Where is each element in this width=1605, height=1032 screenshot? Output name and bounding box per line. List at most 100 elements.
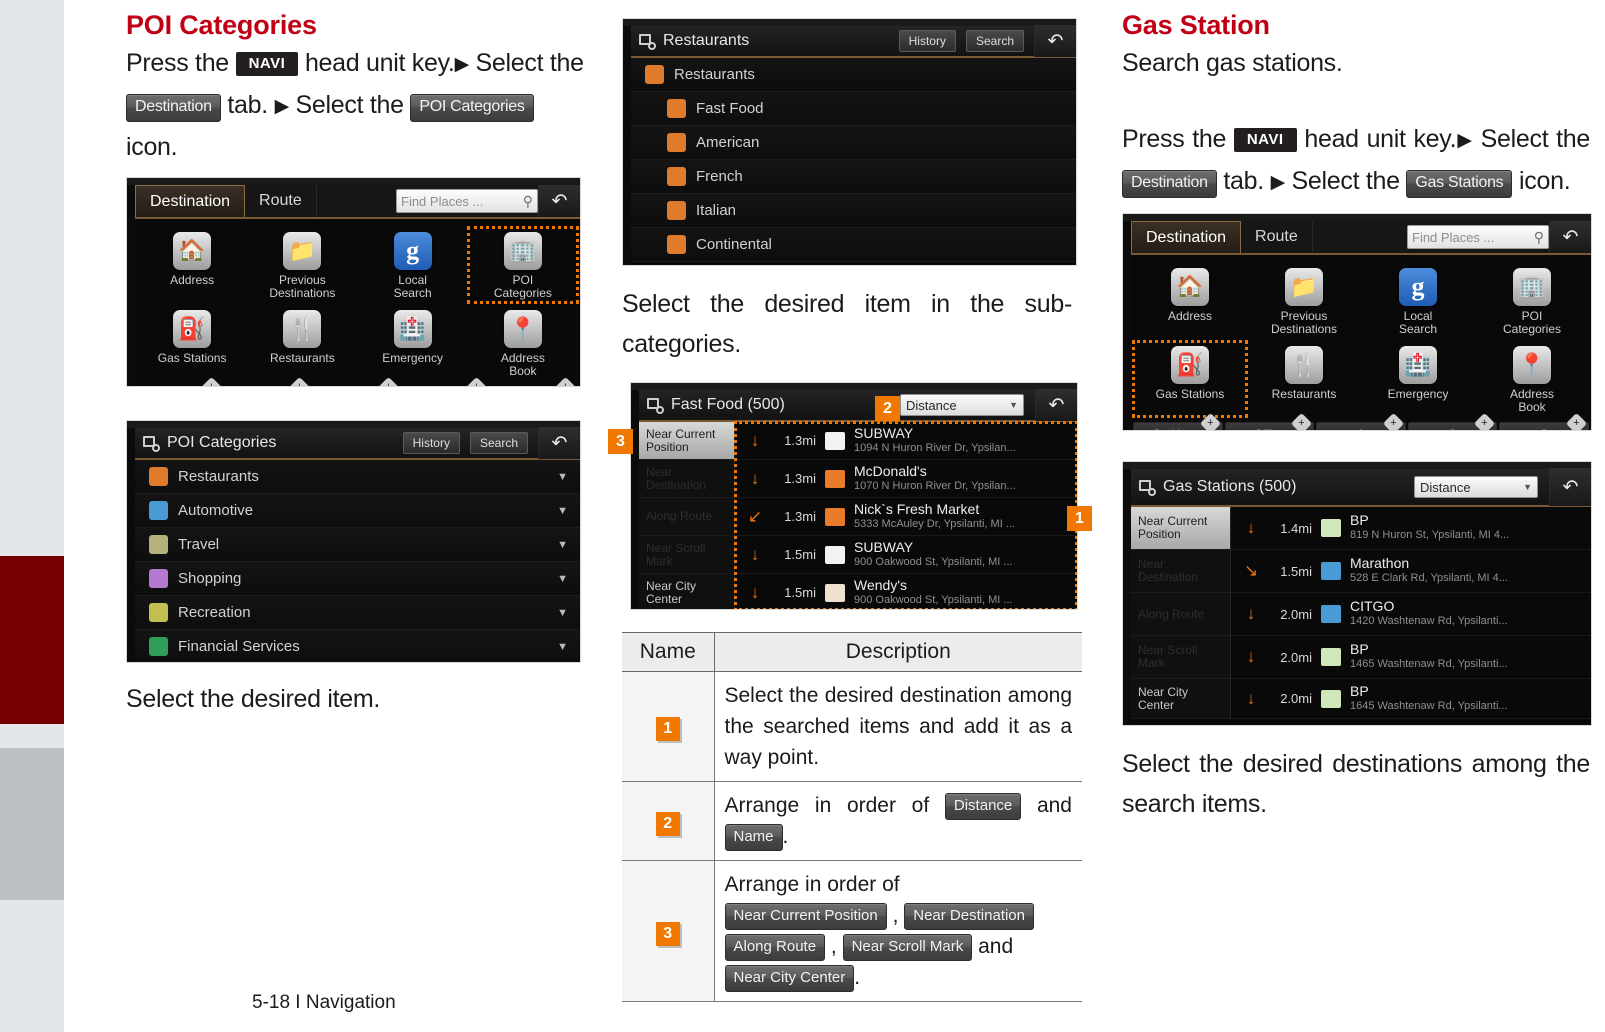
quick-office[interactable]: Office+ [289, 376, 311, 386]
result-row[interactable]: ↓ 2.0mi BP 1465 Washtenaw Rd, Ypsilanti..… [1231, 636, 1591, 679]
dest-icon-address[interactable]: 🏠 Address [137, 227, 247, 303]
find-places-input[interactable]: Find Places ... ⚲ [1407, 225, 1549, 249]
poi-categories-heading: POI Categories [126, 10, 317, 40]
list-item[interactable]: Recreation ▼ [135, 596, 580, 630]
quick-slot-2[interactable]: 2+ [466, 376, 488, 386]
sort-dropdown[interactable]: Distance ▼ [900, 394, 1024, 416]
tab-destination[interactable]: Destination [135, 185, 246, 217]
side-near-scroll-mark[interactable]: Near Scroll Mark [639, 536, 734, 574]
list-item[interactable]: Financial Services ▼ [135, 630, 580, 662]
chip-near-scroll-mark[interactable]: Near Scroll Mark [842, 934, 973, 961]
dest-icon-address-book[interactable]: 📍 Address Book [1475, 341, 1589, 417]
result-row[interactable]: ↙ 1.3mi Nick`s Fresh Market 5333 McAuley … [735, 498, 1077, 536]
side-near-current-position[interactable]: Near Current Position [639, 422, 734, 460]
side-along-route[interactable]: Along Route [1131, 593, 1230, 636]
list-item[interactable]: Shopping ▼ [135, 562, 580, 596]
chevron-down-icon[interactable]: ▼ [557, 539, 568, 551]
back-button[interactable]: ↶ [1549, 221, 1591, 253]
back-button[interactable]: ↶ [538, 427, 580, 459]
dest-icon-local-search[interactable]: g Local Search [358, 227, 468, 303]
result-row[interactable]: ↓ 1.3mi McDonald's 1070 N Huron River Dr,… [735, 460, 1077, 498]
poi-categories-chip[interactable]: POI Categories [410, 94, 534, 122]
list-item[interactable]: Restaurants ▼ [135, 460, 580, 494]
navi-key-chip[interactable]: NAVI [235, 52, 299, 76]
chip-near-current-position[interactable]: Near Current Position [724, 903, 887, 930]
tab-route[interactable]: Route [1241, 221, 1313, 253]
chip-along-route[interactable]: Along Route [724, 934, 826, 961]
history-button[interactable]: History [402, 432, 460, 454]
gas-stations-chip[interactable]: Gas Stations [1406, 170, 1513, 198]
quick-slot-3[interactable]: 3+ [1499, 412, 1589, 430]
step-arrow-icon: ▶ [1456, 130, 1473, 151]
search-button[interactable]: Search [965, 30, 1024, 52]
dest-icon-poi-categories[interactable]: 🏢 POI Categories [466, 226, 580, 304]
dest-icon-gas-stations[interactable]: ⛽ Gas Stations [137, 305, 247, 381]
quick-go-home[interactable]: Go Home+ [200, 376, 222, 386]
dest-icon-local-search[interactable]: g Local Search [1361, 263, 1475, 339]
result-address: 5333 McAuley Dr, Ypsilanti, MI ... [854, 517, 1015, 530]
tab-route[interactable]: Route [245, 185, 317, 217]
list-item[interactable]: Italian [631, 194, 1076, 228]
history-button[interactable]: History [898, 30, 956, 52]
list-item[interactable]: Automotive ▼ [135, 494, 580, 528]
side-near-city-center[interactable]: Near City Center [639, 574, 734, 609]
dest-icon-address[interactable]: 🏠 Address [1133, 263, 1247, 339]
chip-near-destination[interactable]: Near Destination [904, 903, 1034, 930]
back-button[interactable]: ↶ [1034, 25, 1076, 57]
list-item[interactable]: Restaurants [631, 58, 1076, 92]
list-item[interactable]: Continental [631, 228, 1076, 262]
result-row[interactable]: ↓ 1.5mi SUBWAY 900 Oakwood St, Ypsilanti,… [735, 536, 1077, 574]
quick-slot-1[interactable]: 1+ [377, 376, 399, 386]
dest-icon-emergency[interactable]: 🏥 Emergency [1361, 341, 1475, 417]
dest-icon-restaurants[interactable]: 🍴 Restaurants [1247, 341, 1361, 417]
quick-slot-3[interactable]: 3+ [554, 376, 577, 386]
chevron-down-icon[interactable]: ▼ [557, 471, 568, 483]
find-places-input[interactable]: Find Places ... ⚲ [396, 189, 538, 213]
sort-dropdown[interactable]: Distance ▼ [1414, 476, 1538, 498]
chevron-down-icon[interactable]: ▼ [557, 573, 568, 585]
back-button[interactable]: ↶ [538, 185, 580, 217]
dest-icon-poi-categories[interactable]: 🏢 POI Categories [1475, 263, 1589, 339]
destination-tab-chip[interactable]: Destination [126, 94, 221, 122]
side-along-route[interactable]: Along Route [639, 498, 734, 536]
chip-distance[interactable]: Distance [944, 793, 1022, 820]
dest-icon-previous-destinations[interactable]: 📁 Previous Destinations [1247, 263, 1361, 339]
chevron-down-icon[interactable]: ▼ [557, 505, 568, 517]
back-button[interactable]: ↶ [1549, 468, 1591, 506]
list-item[interactable]: Travel ▼ [135, 528, 580, 562]
quick-slot-2[interactable]: 2+ [1407, 412, 1498, 430]
quick-office[interactable]: Office+ [1224, 412, 1315, 430]
list-item[interactable]: Fast Food [631, 92, 1076, 126]
dest-icon-previous-destinations[interactable]: 📁 Previous Destinations [247, 227, 357, 303]
quick-slot-1[interactable]: 1+ [1316, 412, 1406, 430]
result-row[interactable]: ↓ 2.0mi BP 1645 Washtenaw Rd, Ypsilanti..… [1231, 679, 1591, 719]
result-row[interactable]: ↓ 1.3mi SUBWAY 1094 N Huron River Dr, Yps… [735, 422, 1077, 460]
chevron-down-icon[interactable]: ▼ [557, 607, 568, 619]
chip-near-city-center[interactable]: Near City Center [724, 965, 855, 992]
navi-key-chip[interactable]: NAVI [1233, 128, 1297, 152]
result-row[interactable]: ↘ 1.5mi Marathon 528 E Clark Rd, Ypsilant… [1231, 550, 1591, 593]
category-icon [149, 569, 168, 588]
result-row[interactable]: ↓ 1.4mi BP 819 N Huron St, Ypsilanti, MI … [1231, 507, 1591, 550]
chip-name[interactable]: Name [724, 824, 783, 851]
destination-tab-chip[interactable]: Destination [1122, 170, 1217, 198]
result-row[interactable]: ↓ 1.5mi Wendy's 900 Oakwood St, Ypsilanti… [735, 574, 1077, 609]
side-near-current-position[interactable]: Near Current Position [1131, 507, 1230, 550]
side-near-destination[interactable]: Near Destination [639, 460, 734, 498]
chevron-down-icon[interactable]: ▼ [557, 641, 568, 653]
search-button[interactable]: Search [469, 432, 528, 454]
side-near-scroll-mark[interactable]: Near Scroll Mark [1131, 636, 1230, 679]
list-item[interactable]: French [631, 160, 1076, 194]
quick-go-home[interactable]: Go Home+ [1133, 412, 1223, 430]
side-near-destination[interactable]: Near Destination [1131, 550, 1230, 593]
dest-icon-gas-stations[interactable]: ⛽ Gas Stations [1132, 340, 1248, 418]
back-button[interactable]: ↶ [1035, 389, 1077, 421]
dest-icon-address-book[interactable]: 📍 Address Book [468, 305, 578, 381]
dest-icon-restaurants[interactable]: 🍴 Restaurants [247, 305, 357, 381]
list-item-label: Fast Food [696, 100, 764, 117]
tab-destination[interactable]: Destination [1131, 221, 1242, 253]
dest-icon-emergency[interactable]: 🏥 Emergency [358, 305, 468, 381]
list-item[interactable]: American [631, 126, 1076, 160]
result-row[interactable]: ↓ 2.0mi CITGO 1420 Washtenaw Rd, Ypsilant… [1231, 593, 1591, 636]
side-near-city-center[interactable]: Near City Center [1131, 679, 1230, 719]
